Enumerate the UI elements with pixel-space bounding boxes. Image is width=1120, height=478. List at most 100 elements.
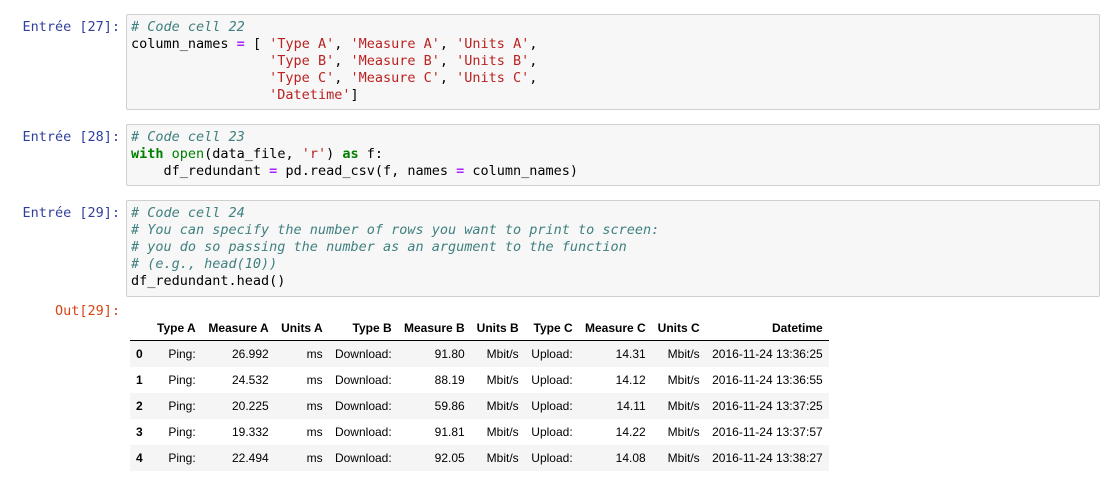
table-cell: 14.11 [616, 399, 646, 413]
prompt-in-29: Entrée [29]: [22, 205, 120, 221]
code-token: , [439, 53, 457, 69]
table-cell: 22.494 [231, 451, 269, 465]
code-token: ) [326, 146, 343, 162]
column-header: Datetime [705, 316, 829, 341]
table-cell: Mbit/s [667, 451, 700, 465]
table-cell: Mbit/s [667, 373, 700, 387]
code-token-str: 'Units B' [456, 53, 530, 69]
code-line: # You can specify the number of rows you… [131, 222, 1095, 239]
table-cell: 59.86 [434, 399, 465, 413]
table-cell: Mbit/s [667, 399, 700, 413]
code-token: pd.read_csv(f, names [277, 163, 457, 179]
table-row: 1 Ping: 24.532 ms Download: 88.19 Mbit/s Upload… [130, 367, 829, 393]
code-token-str: 'Measure B' [350, 53, 440, 69]
code-editor[interactable]: # Code cell 22 column_names = [ 'Type A',… [131, 19, 1095, 104]
code-line: # Code cell 22 [131, 19, 1095, 36]
code-token: df_redundant [131, 163, 270, 179]
column-header: Measure C [578, 316, 652, 341]
code-token: , [439, 70, 457, 86]
code-line: df_redundant = pd.read_csv(f, names = co… [131, 163, 1095, 180]
table-cell: Mbit/s [486, 373, 519, 387]
table-cell: ms [306, 425, 323, 439]
column-header: Units C [651, 316, 706, 341]
code-editor[interactable]: # Code cell 23 with open(data_file, 'r') … [131, 129, 1095, 180]
table-cell: Download: [334, 399, 392, 413]
dataframe-output: Type A Measure A Units A Type B Measure B Uni… [130, 316, 829, 471]
column-header: Units B [470, 316, 525, 341]
table-cell: 91.81 [434, 425, 465, 439]
code-token: , [334, 53, 351, 69]
table-cell: ms [306, 373, 323, 387]
code-token-comment: # Code cell 24 [131, 205, 245, 221]
table-cell: 2016-11-24 13:37:25 [712, 399, 823, 413]
table-cell: Mbit/s [486, 451, 519, 465]
code-token: , [529, 53, 538, 69]
row-index: 2 [136, 399, 143, 413]
code-token-str: 'Units C' [456, 70, 530, 86]
column-header: Type B [328, 316, 398, 341]
table-cell: Upload: [531, 373, 573, 387]
code-token-comment: # (e.g., head(10)) [131, 256, 278, 272]
code-token-str: 'Type A' [269, 36, 335, 52]
code-token: f: [358, 146, 384, 162]
code-token-str: 'Datetime' [269, 87, 351, 103]
code-editor[interactable]: # Code cell 24 # You can specify the numb… [131, 205, 1095, 290]
table-cell: Mbit/s [667, 347, 700, 361]
code-token-kw: as [342, 146, 359, 162]
table-cell: Ping: [168, 399, 196, 413]
table-row: 4 Ping: 22.494 ms Download: 92.05 Mbit/s Upload… [130, 445, 829, 471]
table-cell: 88.19 [434, 373, 465, 387]
table-cell: Download: [334, 451, 392, 465]
code-line: # (e.g., head(10)) [131, 256, 1095, 273]
column-header: Units A [274, 316, 329, 341]
column-header: Measure A [201, 316, 275, 341]
code-cell-27[interactable]: # Code cell 22 column_names = [ 'Type A',… [126, 14, 1100, 110]
code-line: # you do so passing the number as an arg… [131, 239, 1095, 256]
column-header: Type A [151, 316, 202, 341]
code-token-op: = [236, 36, 245, 52]
code-token-comment: # Code cell 22 [131, 19, 245, 35]
table-cell: 92.05 [434, 451, 465, 465]
code-line: 'Type C', 'Measure C', 'Units C', [131, 70, 1095, 87]
code-token-str: 'Type C' [269, 70, 335, 86]
prompt-out-29: Out[29]: [54, 303, 120, 319]
code-cell-28[interactable]: # Code cell 23 with open(data_file, 'r') … [126, 124, 1100, 186]
table-cell: Download: [334, 347, 392, 361]
code-line: 'Type B', 'Measure B', 'Units B', [131, 53, 1095, 70]
table-cell: Mbit/s [667, 425, 700, 439]
column-header: Measure B [397, 316, 471, 341]
table-header-row: Type A Measure A Units A Type B Measure B Uni… [130, 316, 829, 341]
row-index: 3 [136, 425, 143, 439]
table-cell: Ping: [168, 451, 196, 465]
code-line: df_redundant.head() [131, 273, 1095, 290]
code-token: df_redundant.head() [131, 273, 286, 289]
table-cell: 14.31 [615, 347, 646, 361]
code-token: , [334, 36, 351, 52]
code-token-str: 'Measure A' [350, 36, 440, 52]
table-cell: Mbit/s [486, 347, 519, 361]
table-cell: Ping: [168, 347, 196, 361]
code-cell-29[interactable]: # Code cell 24 # You can specify the numb… [126, 200, 1100, 297]
row-index: 1 [136, 373, 143, 387]
table-cell: 14.08 [615, 451, 646, 465]
table-cell: ms [306, 451, 323, 465]
table-cell: 20.225 [231, 399, 269, 413]
prompt-in-28: Entrée [28]: [22, 129, 120, 145]
table-cell: ms [306, 399, 323, 413]
table-cell: 19.332 [231, 425, 269, 439]
code-token-kw: with [131, 146, 164, 162]
code-token: column_names) [464, 163, 579, 179]
code-token: , [439, 36, 457, 52]
column-header [130, 316, 151, 341]
code-token-str: 'Units A' [456, 36, 530, 52]
table-cell: ms [306, 347, 323, 361]
table-cell: 2016-11-24 13:36:55 [712, 373, 823, 387]
code-token: , [529, 70, 538, 86]
table-cell: Upload: [531, 347, 573, 361]
code-token-comment: # Code cell 23 [131, 129, 245, 145]
table-cell: 14.12 [615, 373, 646, 387]
